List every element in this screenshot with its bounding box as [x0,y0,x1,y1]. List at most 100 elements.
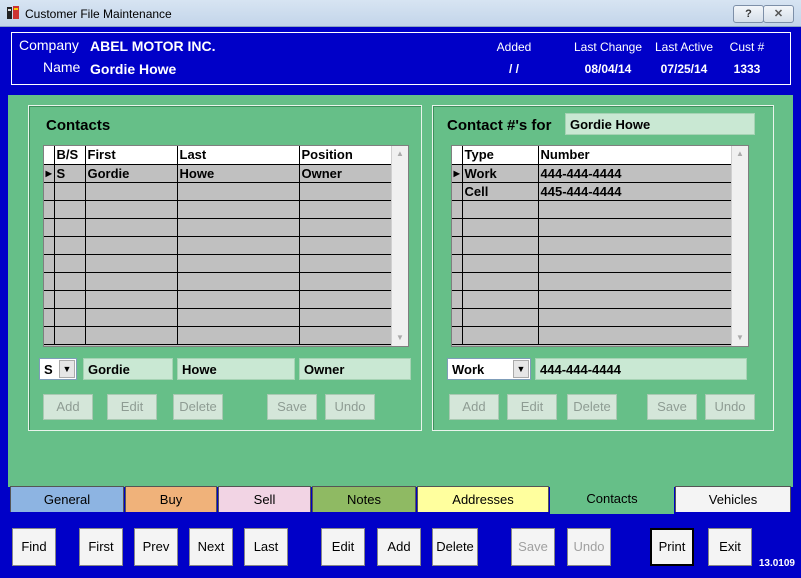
table-row[interactable] [452,200,734,219]
cust-number-label: Cust # [729,40,765,54]
column-header[interactable]: First [85,146,178,165]
tab-addresses[interactable]: Addresses [417,486,549,512]
position-field[interactable]: Owner [299,358,411,380]
name-label: Name [43,59,81,75]
tab-notes[interactable]: Notes [312,486,416,512]
number-delete-button[interactable]: Delete [567,394,617,420]
scroll-down-icon[interactable]: ▼ [392,330,408,346]
column-header[interactable]: Position [299,146,392,165]
last-button[interactable]: Last [244,528,288,566]
undo-button[interactable]: Undo [567,528,611,566]
row-pointer-icon: ▶ [44,164,55,183]
contacts-scrollbar[interactable]: ▲ ▼ [391,146,408,346]
numbers-table: Type Number ▶ Work 444-444-4444 Cell 445… [452,146,734,345]
scroll-down-icon[interactable]: ▼ [732,330,748,346]
contact-save-button[interactable]: Save [267,394,317,420]
contacts-panel: Contacts B/S First Last Position ▶ S Gor… [28,105,422,431]
first-name-field[interactable]: Gordie [83,358,173,380]
tab-general[interactable]: General [10,486,124,512]
table-row[interactable] [44,236,392,255]
table-row[interactable] [44,272,392,291]
prev-button[interactable]: Prev [134,528,178,566]
table-row[interactable]: Cell 445-444-4444 [452,182,734,201]
table-row[interactable] [452,254,734,273]
exit-button[interactable]: Exit [708,528,752,566]
save-button[interactable]: Save [511,528,555,566]
edit-button[interactable]: Edit [321,528,365,566]
help-button[interactable]: ? [733,5,764,23]
table-row[interactable] [44,254,392,273]
column-header[interactable]: B/S [54,146,86,165]
table-row[interactable]: ▶ S Gordie Howe Owner [44,164,392,183]
column-header[interactable]: Number [538,146,734,165]
number-undo-button[interactable]: Undo [705,394,755,420]
table-row[interactable] [44,326,392,345]
print-button[interactable]: Print [650,528,694,566]
number-save-button[interactable]: Save [647,394,697,420]
cell-position[interactable]: Owner [299,164,392,183]
cell-number[interactable]: 444-444-4444 [538,164,734,183]
customer-header: Company ABEL MOTOR INC. Name Gordie Howe… [11,32,791,85]
type-select-value: Work [452,362,485,377]
cell-type[interactable]: Cell [462,182,539,201]
type-select[interactable]: Work ▼ [447,358,531,380]
tab-vehicles[interactable]: Vehicles [675,486,791,512]
table-row[interactable] [452,236,734,255]
number-field[interactable]: 444-444-4444 [535,358,747,380]
cell-bs[interactable]: S [54,164,86,183]
delete-button[interactable]: Delete [432,528,478,566]
tab-contacts[interactable]: Contacts [550,484,674,514]
contact-edit-button[interactable]: Edit [107,394,157,420]
name-value: Gordie Howe [90,61,177,77]
close-button[interactable]: ✕ [763,5,794,23]
cell-last[interactable]: Howe [177,164,300,183]
table-row[interactable] [44,308,392,327]
tab-sell[interactable]: Sell [218,486,311,512]
contacts-grid[interactable]: B/S First Last Position ▶ S Gordie Howe … [43,145,409,347]
table-row[interactable] [452,308,734,327]
contact-add-button[interactable]: Add [43,394,93,420]
add-button[interactable]: Add [377,528,421,566]
table-row[interactable] [452,326,734,345]
bs-select-value: S [44,362,53,377]
column-header[interactable]: Last [177,146,300,165]
contacts-table: B/S First Last Position ▶ S Gordie Howe … [44,146,392,345]
contact-undo-button[interactable]: Undo [325,394,375,420]
table-row[interactable] [452,290,734,309]
tab-buy[interactable]: Buy [125,486,217,512]
app-icon [7,6,19,19]
table-row[interactable] [452,218,734,237]
contacts-header-row: B/S First Last Position [44,146,392,165]
cell-number[interactable]: 445-444-4444 [538,182,734,201]
contact-delete-button[interactable]: Delete [173,394,223,420]
chevron-down-icon[interactable]: ▼ [59,360,75,378]
table-row[interactable] [44,218,392,237]
last-change-label: Last Change [573,40,643,54]
row-pointer-icon: ▶ [452,164,463,183]
contact-numbers-title: Contact #'s for [447,117,552,134]
first-button[interactable]: First [79,528,123,566]
table-row[interactable] [452,272,734,291]
next-button[interactable]: Next [189,528,233,566]
numbers-grid[interactable]: Type Number ▶ Work 444-444-4444 Cell 445… [451,145,749,347]
table-row[interactable] [44,290,392,309]
bs-select[interactable]: S ▼ [39,358,77,380]
added-label: Added [496,40,532,54]
chevron-down-icon[interactable]: ▼ [513,360,529,378]
table-row[interactable] [44,200,392,219]
numbers-scrollbar[interactable]: ▲ ▼ [731,146,748,346]
number-edit-button[interactable]: Edit [507,394,557,420]
column-header[interactable]: Type [462,146,539,165]
last-active-value: 07/25/14 [660,62,708,76]
find-button[interactable]: Find [12,528,56,566]
scroll-up-icon[interactable]: ▲ [392,146,408,162]
last-name-field[interactable]: Howe [177,358,295,380]
added-value: / / [508,62,519,76]
table-row[interactable]: ▶ Work 444-444-4444 [452,164,734,183]
table-row[interactable] [44,182,392,201]
scroll-up-icon[interactable]: ▲ [732,146,748,162]
cell-first[interactable]: Gordie [85,164,178,183]
number-add-button[interactable]: Add [449,394,499,420]
cust-number-value: 1333 [733,62,761,76]
cell-type[interactable]: Work [462,164,539,183]
